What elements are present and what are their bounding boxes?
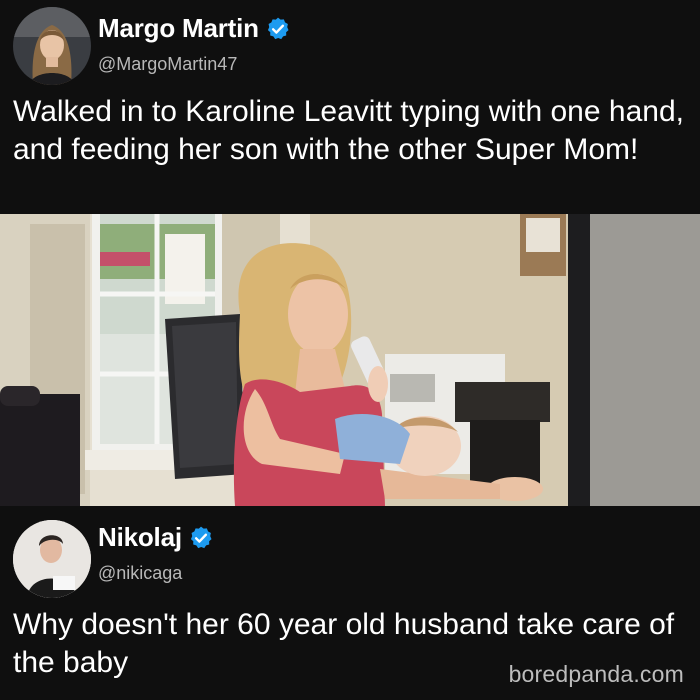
author-display-name[interactable]: Nikolaj: [98, 522, 182, 553]
author-name-row: Margo Martin: [98, 13, 291, 44]
tweet-margo-martin: Margo Martin @MargoMartin47 Walked in to…: [0, 0, 700, 214]
watermark-text: boredpanda.com: [508, 661, 684, 687]
author-handle[interactable]: @nikicaga: [98, 563, 182, 584]
author-handle[interactable]: @MargoMartin47: [98, 54, 237, 75]
avatar-margo-martin[interactable]: [13, 7, 91, 85]
tweet-photo[interactable]: [0, 214, 700, 506]
author-display-name[interactable]: Margo Martin: [98, 13, 259, 44]
avatar-nikolaj[interactable]: [13, 520, 91, 598]
verified-badge-icon: [265, 16, 291, 42]
author-name-row: Nikolaj: [98, 522, 214, 553]
verified-badge-icon: [188, 525, 214, 551]
tweet-body-text: Walked in to Karoline Leavitt typing wit…: [13, 95, 684, 166]
